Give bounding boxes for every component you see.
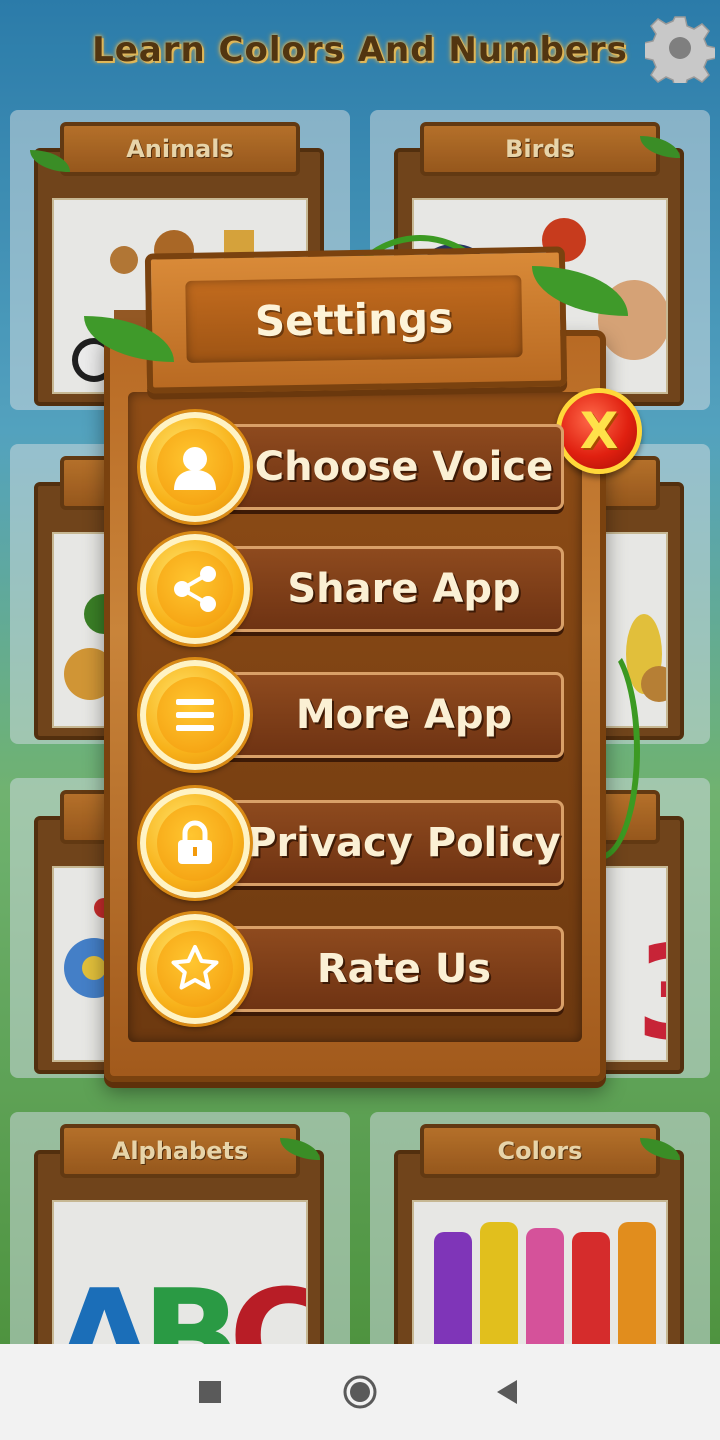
rate-us-button[interactable]: Rate Us — [140, 914, 570, 1026]
system-nav-bar — [0, 1344, 720, 1440]
menu-icon — [176, 699, 214, 731]
menu-label: Privacy Policy — [247, 820, 561, 866]
more-app-button[interactable]: More App — [140, 660, 570, 772]
recents-icon — [199, 1381, 221, 1403]
share-icon — [174, 566, 216, 612]
dialog-title: Settings — [254, 292, 454, 346]
home-button[interactable] — [334, 1366, 386, 1418]
home-icon — [343, 1375, 377, 1409]
back-icon — [497, 1380, 517, 1404]
dialog-header: Settings — [144, 246, 568, 394]
share-app-button[interactable]: Share App — [140, 534, 570, 646]
privacy-policy-button[interactable]: Privacy Policy — [140, 788, 570, 900]
star-icon — [171, 945, 219, 990]
menu-label: Rate Us — [316, 946, 492, 992]
recents-button[interactable] — [184, 1366, 236, 1418]
menu-label: More App — [295, 692, 513, 738]
choose-voice-button[interactable]: Choose Voice — [140, 412, 570, 524]
close-icon: X — [579, 402, 619, 460]
lock-icon — [178, 820, 212, 864]
user-icon — [174, 447, 216, 490]
back-button[interactable] — [482, 1366, 534, 1418]
menu-label: Choose Voice — [254, 444, 554, 490]
menu-label: Share App — [287, 566, 521, 612]
